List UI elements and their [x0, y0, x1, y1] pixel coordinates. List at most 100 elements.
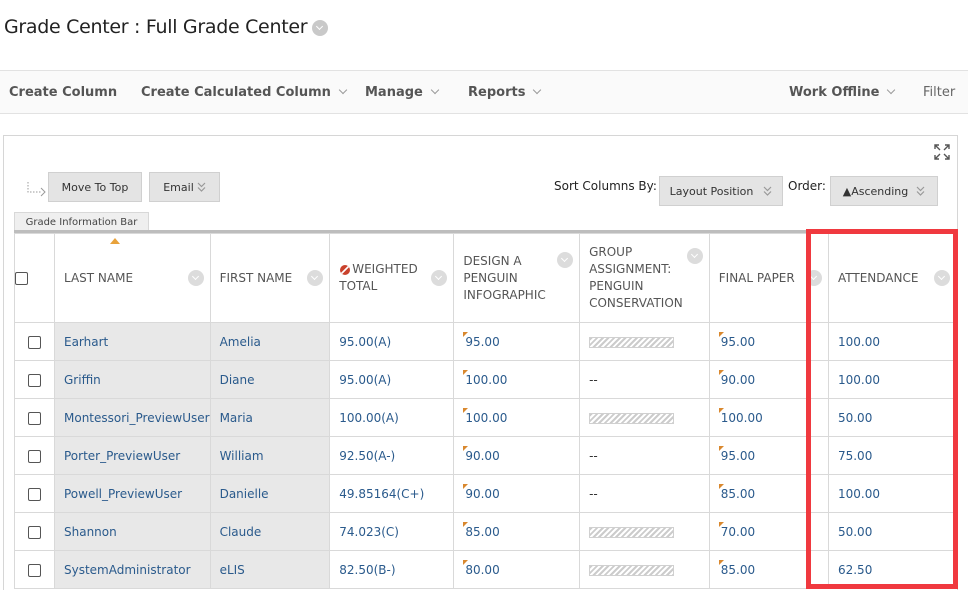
chevron-down-icon[interactable] [557, 252, 574, 269]
first-name-cell[interactable]: Danielle [209, 474, 331, 513]
attendance-cell[interactable]: 62.50 [827, 550, 958, 589]
final-paper-cell[interactable]: 70.00 [708, 512, 829, 551]
attendance-cell[interactable]: 100.00 [827, 474, 958, 513]
final-paper-cell[interactable]: 85.00 [708, 550, 829, 589]
reports-menu[interactable]: Reports [468, 85, 542, 100]
weighted-total-cell[interactable]: 49.85164(C+) [329, 474, 455, 513]
table-row: Griffin Diane 95.00(A) 100.00 -- 90.00 100.00 [14, 360, 958, 399]
attendance-cell[interactable]: 100.00 [827, 360, 958, 399]
group-assignment-cell[interactable]: -- [579, 474, 710, 513]
group-assignment-cell[interactable]: -- [579, 436, 710, 475]
design-infographic-cell[interactable]: 90.00 [453, 474, 581, 513]
row-checkbox[interactable] [28, 373, 41, 387]
column-header-label: DESIGN A PENGUIN INFOGRAPHIC [463, 253, 546, 302]
final-paper-cell[interactable]: 95.00 [708, 322, 829, 361]
group-assignment-cell[interactable] [579, 398, 710, 437]
chevron-down-icon[interactable] [805, 270, 822, 286]
design-infographic-cell[interactable]: 85.00 [453, 512, 581, 551]
row-select-cell[interactable] [14, 474, 55, 513]
chevron-down-icon[interactable] [431, 270, 448, 286]
row-select-cell[interactable] [14, 512, 55, 551]
chevron-down-icon[interactable] [934, 270, 950, 286]
needs-grading-flag-icon [718, 483, 724, 489]
first-name-cell[interactable]: Diane [209, 360, 331, 399]
first-name-cell[interactable]: William [209, 436, 331, 475]
last-name-cell[interactable]: Porter_PreviewUser [54, 436, 211, 475]
group-assignment-cell[interactable] [579, 322, 710, 361]
row-checkbox[interactable] [28, 335, 41, 349]
last-name-cell[interactable]: SystemAdministrator [54, 550, 211, 589]
move-to-top-button[interactable]: Move To Top [48, 172, 142, 202]
chevron-down-icon[interactable] [307, 270, 324, 286]
grade-information-bar-tab[interactable]: Grade Information Bar [14, 212, 149, 231]
group-assignment-cell[interactable] [579, 512, 710, 551]
final-paper-cell[interactable]: 85.00 [708, 474, 829, 513]
last-name-cell[interactable]: Griffin [54, 360, 211, 399]
last-name-cell[interactable]: Montessori_PreviewUser [54, 398, 211, 437]
last-name-value: Shannon [64, 524, 117, 539]
select-all-checkbox[interactable] [15, 271, 28, 285]
weighted-total-cell[interactable]: 82.50(B-) [329, 550, 455, 589]
design-infographic-cell[interactable]: 100.00 [453, 398, 581, 437]
create-column-button[interactable]: Create Column [9, 85, 117, 100]
first-name-cell[interactable]: Amelia [209, 322, 331, 361]
weighted-total-cell[interactable]: 100.00(A) [329, 398, 455, 437]
column-header-design-a-penguin-infographic[interactable]: DESIGN A PENGUIN INFOGRAPHIC [453, 233, 581, 323]
row-checkbox[interactable] [28, 411, 41, 425]
column-header-first-name[interactable]: FIRST NAME [209, 233, 331, 323]
order-select[interactable]: ▲Ascending [830, 176, 938, 206]
row-checkbox[interactable] [28, 449, 41, 463]
column-header-last-name[interactable]: LAST NAME [54, 233, 211, 323]
row-select-cell[interactable] [14, 360, 55, 399]
last-name-cell[interactable]: Earhart [54, 322, 211, 361]
row-checkbox[interactable] [28, 525, 41, 539]
design-infographic-cell[interactable]: 95.00 [453, 322, 581, 361]
group-assignment-cell[interactable]: -- [579, 360, 710, 399]
first-name-cell[interactable]: Claude [209, 512, 331, 551]
needs-grading-flag-icon [463, 559, 469, 565]
expand-icon[interactable] [934, 144, 950, 160]
row-select-cell[interactable] [14, 550, 55, 589]
design-infographic-cell[interactable]: 100.00 [453, 360, 581, 399]
first-name-cell[interactable]: Maria [209, 398, 331, 437]
work-offline-menu[interactable]: Work Offline [789, 85, 896, 100]
email-button[interactable]: Email [149, 172, 220, 202]
first-name-cell[interactable]: eLIS [209, 550, 331, 589]
column-header-weighted-total[interactable]: WEIGHTED TOTAL [329, 233, 455, 323]
column-header-attendance[interactable]: ATTENDANCE [827, 233, 958, 323]
attendance-cell[interactable]: 50.00 [827, 512, 958, 551]
order-value: ▲Ascending [842, 184, 909, 198]
row-select-cell[interactable] [14, 322, 55, 361]
first-name-value: Danielle [219, 486, 269, 501]
column-header-final-paper[interactable]: FINAL PAPER [708, 233, 829, 323]
chevron-down-icon[interactable] [686, 248, 703, 264]
title-chevron-down-icon[interactable] [312, 20, 329, 36]
attendance-cell[interactable]: 75.00 [827, 436, 958, 475]
design-infographic-cell[interactable]: 90.00 [453, 436, 581, 475]
group-assignment-value: -- [589, 372, 598, 387]
row-checkbox[interactable] [28, 563, 41, 577]
attendance-cell[interactable]: 100.00 [827, 322, 958, 361]
weighted-total-cell[interactable]: 95.00(A) [329, 360, 455, 399]
last-name-cell[interactable]: Shannon [54, 512, 211, 551]
create-calculated-column-menu[interactable]: Create Calculated Column [141, 85, 348, 100]
final-paper-cell[interactable]: 95.00 [708, 436, 829, 475]
weighted-total-cell[interactable]: 95.00(A) [329, 322, 455, 361]
work-offline-label: Work Offline [789, 85, 880, 100]
sort-columns-by-select[interactable]: Layout Position [659, 176, 783, 206]
manage-menu[interactable]: Manage [365, 85, 440, 100]
weighted-total-cell[interactable]: 74.023(C) [329, 512, 455, 551]
attendance-cell[interactable]: 50.00 [827, 398, 958, 437]
row-checkbox[interactable] [28, 487, 41, 501]
final-paper-cell[interactable]: 100.00 [708, 398, 829, 437]
row-select-cell[interactable] [14, 398, 55, 437]
weighted-total-cell[interactable]: 92.50(A-) [329, 436, 455, 475]
column-header-group-assignment[interactable]: GROUP ASSIGNMENT: PENGUIN CONSERVATION [579, 233, 710, 323]
design-infographic-cell[interactable]: 80.00 [453, 550, 581, 589]
last-name-cell[interactable]: Powell_PreviewUser [54, 474, 211, 513]
row-select-cell[interactable] [14, 436, 55, 475]
chevron-down-icon[interactable] [187, 270, 204, 286]
final-paper-cell[interactable]: 90.00 [708, 360, 829, 399]
filter-button[interactable]: Filter [923, 85, 955, 100]
group-assignment-cell[interactable] [579, 550, 710, 589]
